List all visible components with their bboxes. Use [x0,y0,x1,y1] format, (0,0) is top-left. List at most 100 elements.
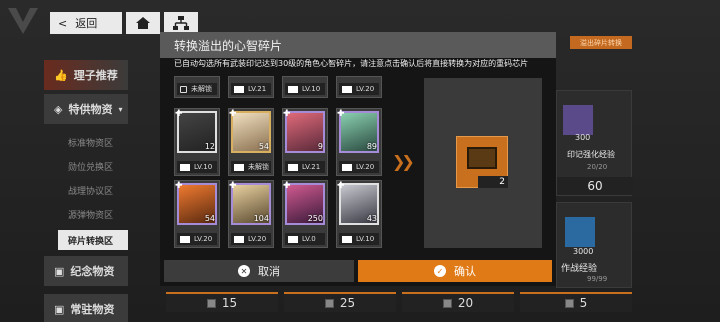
fragment-count: 89 [366,142,377,151]
chip-icon [206,298,216,308]
plus-icon: ✚ [283,181,291,191]
rank-icon [288,235,298,243]
rank-icon [288,163,298,171]
fragment-count: 54 [258,142,269,151]
shop-card-xp[interactable]: 3000 作战经验 99/99 [556,202,632,288]
double-chevron-right-icon: ❯❯ [392,152,415,171]
layers-icon: ◈ [54,102,63,116]
cost-counter: 15 [166,292,278,312]
counter-value: 15 [221,296,238,310]
rank-icon [234,85,244,93]
level-bar: LV.0 [285,233,325,245]
fragment-count: 9 [317,142,323,151]
level-bar: LV.10 [339,233,379,245]
plus-icon: ✚ [229,109,237,119]
plus-icon: ✚ [337,109,345,119]
close-icon: ✕ [238,265,250,277]
fragment-grid[interactable]: 未解锁 LV.21 LV.10 LV.20 ✚ 12 LV.10 ✚ 54 未解… [174,76,386,256]
cancel-button[interactable]: ✕ 取消 [164,260,354,282]
sidebar-item-permanent-supplies[interactable]: ▣ 常驻物资 [44,294,128,322]
exp-chip-icon [563,105,593,135]
sidebar-item-label: 常驻物资 [70,303,115,316]
rank-icon [342,163,352,171]
fragment-card[interactable]: LV.20 [336,76,382,98]
card-label: 印记强化经验 [567,150,615,159]
level-bar: 未解锁 [231,161,271,173]
chip-icon [324,298,334,308]
modal-subtitle: 已自动勾选所有武装印记达到30级的角色心智碎片，请注意点击确认后将直接转换为对应… [174,59,529,68]
sidebar: 👍 理子推荐 ◈ 特供物资 ▾ 标准物资区 勋位兑换区 战理协议区 源弹物资区 … [44,56,128,322]
level-label: LV.20 [356,85,375,93]
level-label: LV.20 [194,235,213,243]
rank-icon [234,235,244,243]
back-button[interactable]: < 返回 [50,12,122,34]
modal-title: 转换溢出的心智碎片 [174,39,283,53]
level-bar: LV.10 [285,83,325,95]
counter-value: 5 [579,296,588,310]
lock-icon [180,85,187,93]
rank-icon [342,85,352,93]
sidebar-subitem[interactable]: 标准物资区 [58,132,128,152]
sidebar-subitem[interactable]: 源弹物资区 [58,204,128,224]
level-bar: LV.10 [177,161,217,173]
menu-tree-button[interactable] [164,12,198,34]
rank-icon [288,85,298,93]
sidebar-item-memorial-supplies[interactable]: ▣ 纪念物资 [44,256,128,286]
sidebar-item-special-supplies[interactable]: ◈ 特供物资 ▾ [44,94,128,124]
level-label: 未解锁 [248,163,269,171]
sidebar-item-label: 纪念物资 [70,265,115,278]
chevron-down-icon: ▾ [118,104,123,114]
fragment-card[interactable]: ✚ 43 LV.10 [336,180,382,248]
level-label: LV.20 [248,235,267,243]
card-count: 3000 [573,247,594,256]
shop-card-exp[interactable]: 300 印记强化经验 20/20 60 [556,90,633,196]
sidebar-item-label: 理子推荐 [73,69,118,82]
home-button[interactable] [126,12,160,34]
fragment-count: 104 [253,214,269,223]
confirm-label: 确认 [454,265,476,278]
sidebar-subitem[interactable]: 勋位兑换区 [58,156,128,176]
level-label: LV.20 [356,163,375,171]
chevron-left-icon: < [58,16,68,30]
card-limit: 20/20 [587,163,608,171]
fragment-card[interactable]: ✚ 104 LV.20 [228,180,274,248]
plus-icon: ✚ [229,181,237,191]
rank-icon [180,235,190,243]
overflow-convert-tag[interactable]: 溢出碎片转换 [570,36,632,49]
rank-icon [342,235,352,243]
level-label: LV.0 [302,235,316,243]
plus-icon: ✚ [175,181,183,191]
bag-icon: ▣ [54,264,65,278]
fragment-card[interactable]: ✚ 250 LV.0 [282,180,328,248]
card-limit: 99/99 [587,275,608,283]
cancel-label: 取消 [258,265,280,278]
sidebar-subitem[interactable]: 战理协议区 [58,180,128,200]
game-logo-icon [8,8,38,34]
thumbs-up-icon: 👍 [54,68,68,82]
sidebar-item-recommend[interactable]: 👍 理子推荐 [44,60,128,90]
sidebar-subitem-active[interactable]: 碎片转换区 [58,230,128,250]
fragment-card[interactable]: ✚ 12 LV.10 [174,108,220,176]
card-label: 作战经验 [561,264,598,274]
level-bar: LV.20 [231,233,271,245]
xp-chip-icon [565,217,595,247]
plus-icon: ✚ [175,109,183,119]
fragment-card[interactable]: LV.21 [228,76,274,98]
level-bar: 未解锁 [177,83,217,95]
level-bar: LV.20 [339,161,379,173]
chip-icon [442,298,452,308]
fragment-card[interactable]: ✚ 89 LV.20 [336,108,382,176]
back-label: 返回 [75,17,98,30]
confirm-button[interactable]: ✓ 确认 [358,260,552,282]
fragment-card[interactable]: ✚ 54 LV.20 [174,180,220,248]
home-icon [136,17,150,29]
level-label: LV.21 [302,163,321,171]
fragment-card[interactable]: ✚ 9 LV.21 [282,108,328,176]
fragment-card[interactable]: 未解锁 [174,76,220,98]
fragment-card[interactable]: LV.10 [282,76,328,98]
result-count: 2 [478,176,508,188]
fragment-card[interactable]: ✚ 54 未解锁 [228,108,274,176]
level-label: LV.10 [356,235,375,243]
fragment-count: 43 [366,214,377,223]
card-cost: 60 [557,177,633,195]
